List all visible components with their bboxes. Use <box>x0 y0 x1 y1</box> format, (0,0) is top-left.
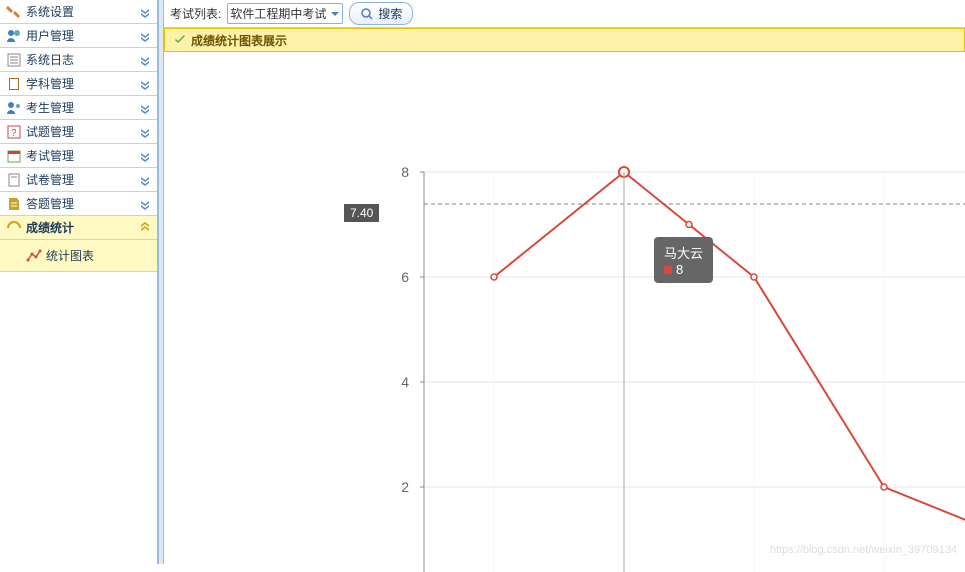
exam-select-value: 软件工程期中考试 <box>230 5 326 22</box>
sidebar-item-label: 答题管理 <box>26 195 74 212</box>
chevron-down-icon <box>139 150 151 162</box>
search-button-label: 搜索 <box>378 5 402 22</box>
tooltip-value: 8 <box>676 262 683 277</box>
exam-list-label: 考试列表: <box>170 5 221 22</box>
chevron-down-icon <box>139 102 151 114</box>
submenu-item-chart[interactable]: 统计图表 <box>20 244 157 267</box>
tooltip-marker-icon <box>664 266 672 274</box>
exam-icon <box>6 148 22 164</box>
chevron-down-icon <box>139 198 151 210</box>
sidebar-item-user-mgmt[interactable]: 用户管理 <box>0 24 157 48</box>
watermark: https://blog.csdn.net/weixin_39709134 <box>770 544 957 556</box>
sidebar-item-label: 系统设置 <box>26 3 74 20</box>
log-icon <box>6 52 22 68</box>
check-icon <box>173 33 187 47</box>
y-tick-6: 6 <box>401 269 409 285</box>
submenu-item-label: 统计图表 <box>46 247 94 264</box>
chart-tooltip: 马大云 8 <box>654 237 713 283</box>
panel-header: 成绩统计图表展示 <box>164 28 965 52</box>
sidebar-item-answer-mgmt[interactable]: 答题管理 <box>0 192 157 216</box>
svg-text:?: ? <box>11 128 17 139</box>
panel-title: 成绩统计图表展示 <box>191 32 287 49</box>
sidebar-item-label: 试卷管理 <box>26 171 74 188</box>
exam-select[interactable]: 软件工程期中考试 <box>227 3 343 24</box>
sidebar-item-question-mgmt[interactable]: ? 试题管理 <box>0 120 157 144</box>
y-tick-8: 8 <box>401 164 409 180</box>
submenu: 统计图表 <box>0 240 157 272</box>
main: 考试列表: 软件工程期中考试 搜索 成绩统计图表展示 <box>164 0 965 564</box>
sidebar-item-label: 学科管理 <box>26 75 74 92</box>
sidebar-item-label: 考试管理 <box>26 147 74 164</box>
chevron-down-icon <box>139 78 151 90</box>
y-tick-2: 2 <box>401 479 409 495</box>
average-label: 7.40 <box>344 204 379 222</box>
question-icon: ? <box>6 124 22 140</box>
chevron-down-icon <box>139 126 151 138</box>
tooltip-name: 马大云 <box>664 243 703 262</box>
chevron-down-icon <box>139 54 151 66</box>
sidebar-item-score-stats[interactable]: 成绩统计 <box>0 216 157 240</box>
sidebar-item-student-mgmt[interactable]: 考生管理 <box>0 96 157 120</box>
chart-area: 8 6 4 2 7.40 马大云 8 <box>164 52 965 564</box>
stats-icon <box>6 220 22 236</box>
users-icon <box>6 28 22 44</box>
sidebar-item-label: 成绩统计 <box>26 219 74 236</box>
chevron-up-icon <box>139 222 151 234</box>
chevron-down-icon <box>139 30 151 42</box>
sidebar: 系统设置 用户管理 系统日志 学科管理 <box>0 0 158 564</box>
chart-icon <box>26 248 42 264</box>
sidebar-item-subject-mgmt[interactable]: 学科管理 <box>0 72 157 96</box>
search-icon <box>360 7 374 21</box>
sidebar-item-label: 考生管理 <box>26 99 74 116</box>
paper-icon <box>6 172 22 188</box>
sidebar-item-label: 试题管理 <box>26 123 74 140</box>
sidebar-item-system-settings[interactable]: 系统设置 <box>0 0 157 24</box>
chevron-down-icon <box>139 174 151 186</box>
sidebar-item-exam-mgmt[interactable]: 考试管理 <box>0 144 157 168</box>
student-icon <box>6 100 22 116</box>
tools-icon <box>6 4 22 20</box>
toolbar: 考试列表: 软件工程期中考试 搜索 <box>164 0 965 28</box>
chevron-down-icon <box>139 6 151 18</box>
line-chart: 8 6 4 2 <box>344 112 965 572</box>
y-tick-4: 4 <box>401 374 409 390</box>
sidebar-item-label: 用户管理 <box>26 27 74 44</box>
chevron-down-icon <box>330 9 340 19</box>
sidebar-item-system-log[interactable]: 系统日志 <box>0 48 157 72</box>
sidebar-item-paper-mgmt[interactable]: 试卷管理 <box>0 168 157 192</box>
book-icon <box>6 76 22 92</box>
sidebar-item-label: 系统日志 <box>26 51 74 68</box>
answer-icon <box>6 196 22 212</box>
search-button[interactable]: 搜索 <box>349 2 413 25</box>
